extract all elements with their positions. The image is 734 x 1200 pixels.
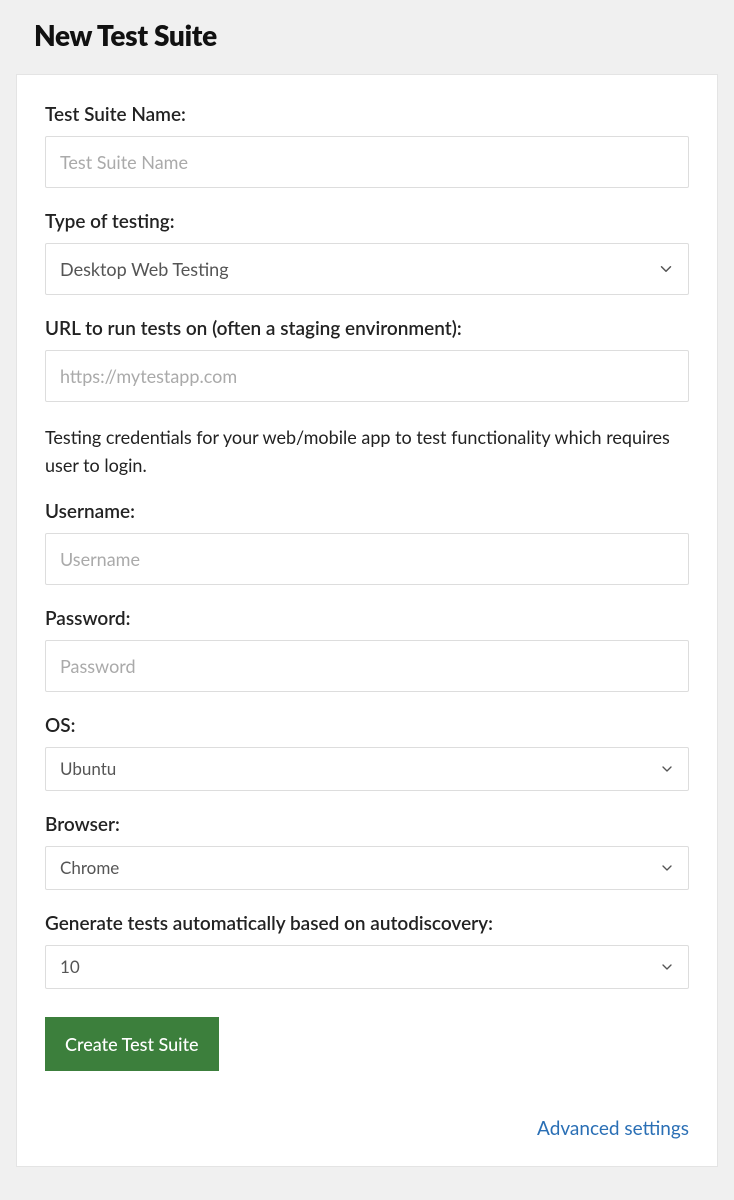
field-group-password: Password: bbox=[45, 607, 689, 692]
field-group-os: OS: Ubuntu bbox=[45, 714, 689, 791]
form-card: Test Suite Name: Type of testing: Deskto… bbox=[16, 74, 718, 1167]
password-label: Password: bbox=[45, 607, 689, 630]
os-label: OS: bbox=[45, 714, 689, 737]
create-test-suite-button[interactable]: Create Test Suite bbox=[45, 1017, 219, 1071]
field-group-name: Test Suite Name: bbox=[45, 103, 689, 188]
url-input[interactable] bbox=[45, 350, 689, 402]
browser-label: Browser: bbox=[45, 813, 689, 836]
type-label: Type of testing: bbox=[45, 210, 689, 233]
credentials-help-text: Testing credentials for your web/mobile … bbox=[45, 424, 689, 480]
field-group-url: URL to run tests on (often a staging env… bbox=[45, 317, 689, 402]
field-group-browser: Browser: Chrome bbox=[45, 813, 689, 890]
username-label: Username: bbox=[45, 500, 689, 523]
password-input[interactable] bbox=[45, 640, 689, 692]
url-label: URL to run tests on (often a staging env… bbox=[45, 317, 689, 340]
name-input[interactable] bbox=[45, 136, 689, 188]
os-select[interactable]: Ubuntu bbox=[45, 747, 689, 791]
type-select-value: Desktop Web Testing bbox=[60, 258, 229, 280]
autogen-label: Generate tests automatically based on au… bbox=[45, 912, 689, 935]
os-select-value: Ubuntu bbox=[60, 758, 116, 779]
name-label: Test Suite Name: bbox=[45, 103, 689, 126]
field-group-autogen: Generate tests automatically based on au… bbox=[45, 912, 689, 989]
autogen-select[interactable]: 10 bbox=[45, 945, 689, 989]
type-select[interactable]: Desktop Web Testing bbox=[45, 243, 689, 295]
footer-link-row: Advanced settings bbox=[45, 1117, 689, 1140]
username-input[interactable] bbox=[45, 533, 689, 585]
autogen-select-value: 10 bbox=[60, 956, 80, 977]
browser-select-value: Chrome bbox=[60, 857, 119, 878]
advanced-settings-link[interactable]: Advanced settings bbox=[537, 1117, 689, 1140]
field-group-username: Username: bbox=[45, 500, 689, 585]
browser-select[interactable]: Chrome bbox=[45, 846, 689, 890]
field-group-type: Type of testing: Desktop Web Testing bbox=[45, 210, 689, 295]
page-title: New Test Suite bbox=[34, 18, 718, 52]
